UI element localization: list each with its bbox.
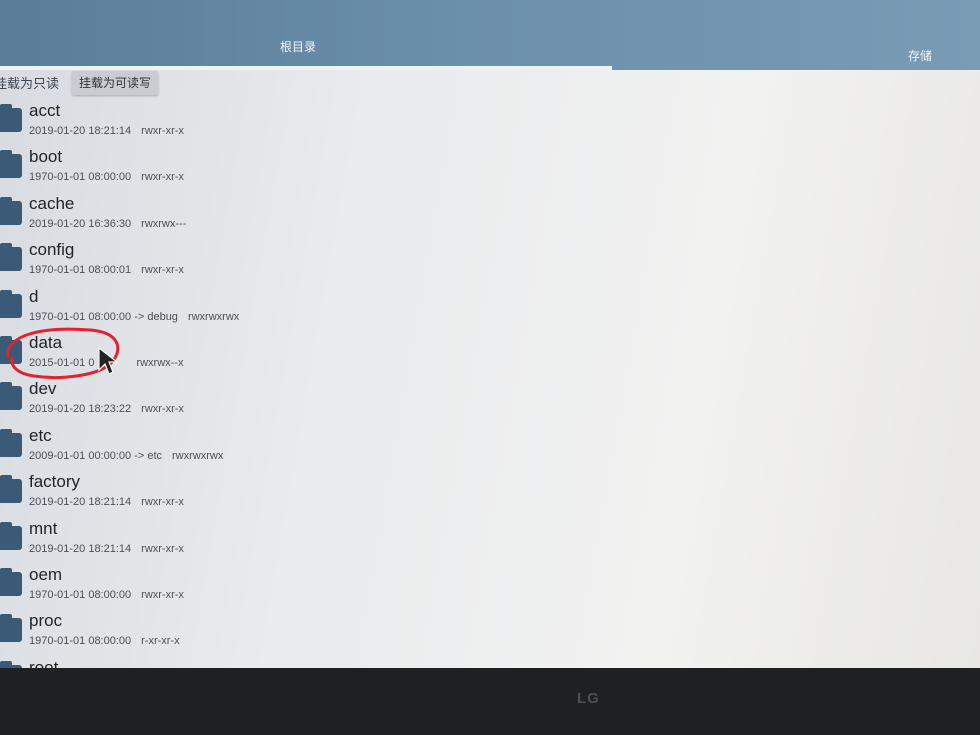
file-name: mnt [29,518,58,538]
file-meta: 2019-01-20 16:36:30 rwxrwx--- [29,218,186,230]
file-name: acct [29,101,61,120]
list-item[interactable]: factory 2019-01-20 18:21:14 rwxr-xr-x [0,471,980,517]
file-permissions: rwxr-xr-x [141,588,184,601]
list-item[interactable]: d 1970-01-01 08:00:00 -> debug rwxrwxrwx [0,286,980,332]
file-permissions: rwxr-xr-x [141,264,184,277]
file-permissions: r-xr-xr-x [141,635,180,648]
file-permissions: rwxrwx--- [141,217,187,230]
folder-icon [0,196,22,225]
folder-icon [0,428,22,457]
list-item[interactable]: etc 2009-01-01 00:00:00 -> etc rwxrwxrwx [0,425,980,471]
folder-icon [0,150,22,179]
file-date: 2019-01-20 18:21:14 [29,125,132,137]
file-meta: 2009-01-01 00:00:00 -> etc rwxrwxrwx [29,450,223,462]
file-date: 2009-01-01 00:00:00 -> etc [29,449,163,462]
file-permissions: rwxr-xr-x [141,403,184,416]
monitor-bezel [0,668,980,735]
file-date: 2019-01-20 18:23:22 [29,403,132,416]
mount-readonly-button[interactable]: 挂载为只读 [0,73,59,92]
folder-icon [0,289,22,318]
file-name: root [29,657,59,668]
folder-icon [0,521,22,550]
list-item[interactable]: boot 1970-01-01 08:00:00 rwxr-xr-x [0,146,980,192]
file-meta: 2019-01-20 18:23:22 rwxr-xr-x [29,403,184,415]
file-name: config [29,240,75,260]
file-meta: 1970-01-01 08:00:00 r-xr-xr-x [29,635,180,647]
file-meta: 2019-01-20 18:21:14 rwxr-xr-x [29,543,184,555]
file-list: acct 2019-01-20 18:21:14 rwxr-xr-x boot 1… [0,100,980,668]
file-meta: 1970-01-01 08:00:00 rwxr-xr-x [29,171,184,183]
list-item[interactable]: dev 2019-01-20 18:23:22 rwxr-xr-x [0,378,980,424]
tab-root-directory[interactable]: 根目录 [280,38,316,55]
mouse-pointer-icon [98,346,119,375]
file-name: factory [29,472,81,492]
list-item[interactable]: acct 2019-01-20 18:21:14 rwxr-xr-x [0,100,980,146]
list-item[interactable]: data 2015-01-01 0 rwxrwx--x [0,332,980,378]
tab-storage[interactable]: 存储 [908,47,932,64]
file-date: 1970-01-01 08:00:00 [29,635,132,648]
folder-icon [0,382,22,411]
file-name: proc [29,611,63,631]
file-date: 1970-01-01 08:00:01 [29,264,132,277]
file-meta: 1970-01-01 08:00:00 rwxr-xr-x [29,589,184,601]
file-meta: 1970-01-01 08:00:01 rwxr-xr-x [29,264,184,276]
file-permissions: rwxr-xr-x [141,125,184,137]
file-meta: 2019-01-20 18:21:14 rwxr-xr-x [29,125,184,137]
monitor-brand-logo: LG [577,690,600,707]
top-app-bar: 根目录 存储 [0,0,980,70]
tablet-screen: 根目录 存储 挂载为只读 挂载为可读写 acct 2019-01-20 18:2… [0,0,980,668]
list-item[interactable]: proc 1970-01-01 08:00:00 r-xr-xr-x [0,610,980,656]
file-name: cache [29,193,75,213]
list-item[interactable]: root [0,657,980,668]
file-name: oem [29,564,63,584]
file-name: etc [29,425,52,445]
file-permissions: rwxrwxrwx [172,449,224,462]
active-tab-indicator [0,66,612,70]
file-name: d [29,286,39,306]
mount-readwrite-button[interactable]: 挂载为可读写 [72,71,158,95]
file-permissions: rwxr-xr-x [141,171,184,184]
file-permissions: rwxr-xr-x [141,496,184,509]
list-item[interactable]: config 1970-01-01 08:00:01 rwxr-xr-x [0,239,980,285]
folder-icon [0,614,22,643]
file-permissions: rwxrwx--x [136,356,184,369]
folder-icon [0,243,22,272]
file-date: 2019-01-20 16:36:30 [29,217,132,230]
file-meta: 2019-01-20 18:21:14 rwxr-xr-x [29,496,184,508]
folder-icon [0,567,22,596]
list-item[interactable]: cache 2019-01-20 16:36:30 rwxrwx--- [0,193,980,239]
list-item[interactable]: oem 1970-01-01 08:00:00 rwxr-xr-x [0,564,980,610]
file-date: 1970-01-01 08:00:00 [29,588,132,601]
file-date: 1970-01-01 08:00:00 [29,171,132,184]
folder-icon [0,475,22,504]
folder-icon [0,104,22,132]
list-item[interactable]: mnt 2019-01-20 18:21:14 rwxr-xr-x [0,518,980,564]
file-permissions: rwxrwxrwx [187,310,240,323]
file-date: 2019-01-20 18:21:14 [29,496,132,509]
file-permissions: rwxr-xr-x [141,542,184,555]
file-name: boot [29,147,63,167]
file-date: 2019-01-20 18:21:14 [29,542,132,555]
